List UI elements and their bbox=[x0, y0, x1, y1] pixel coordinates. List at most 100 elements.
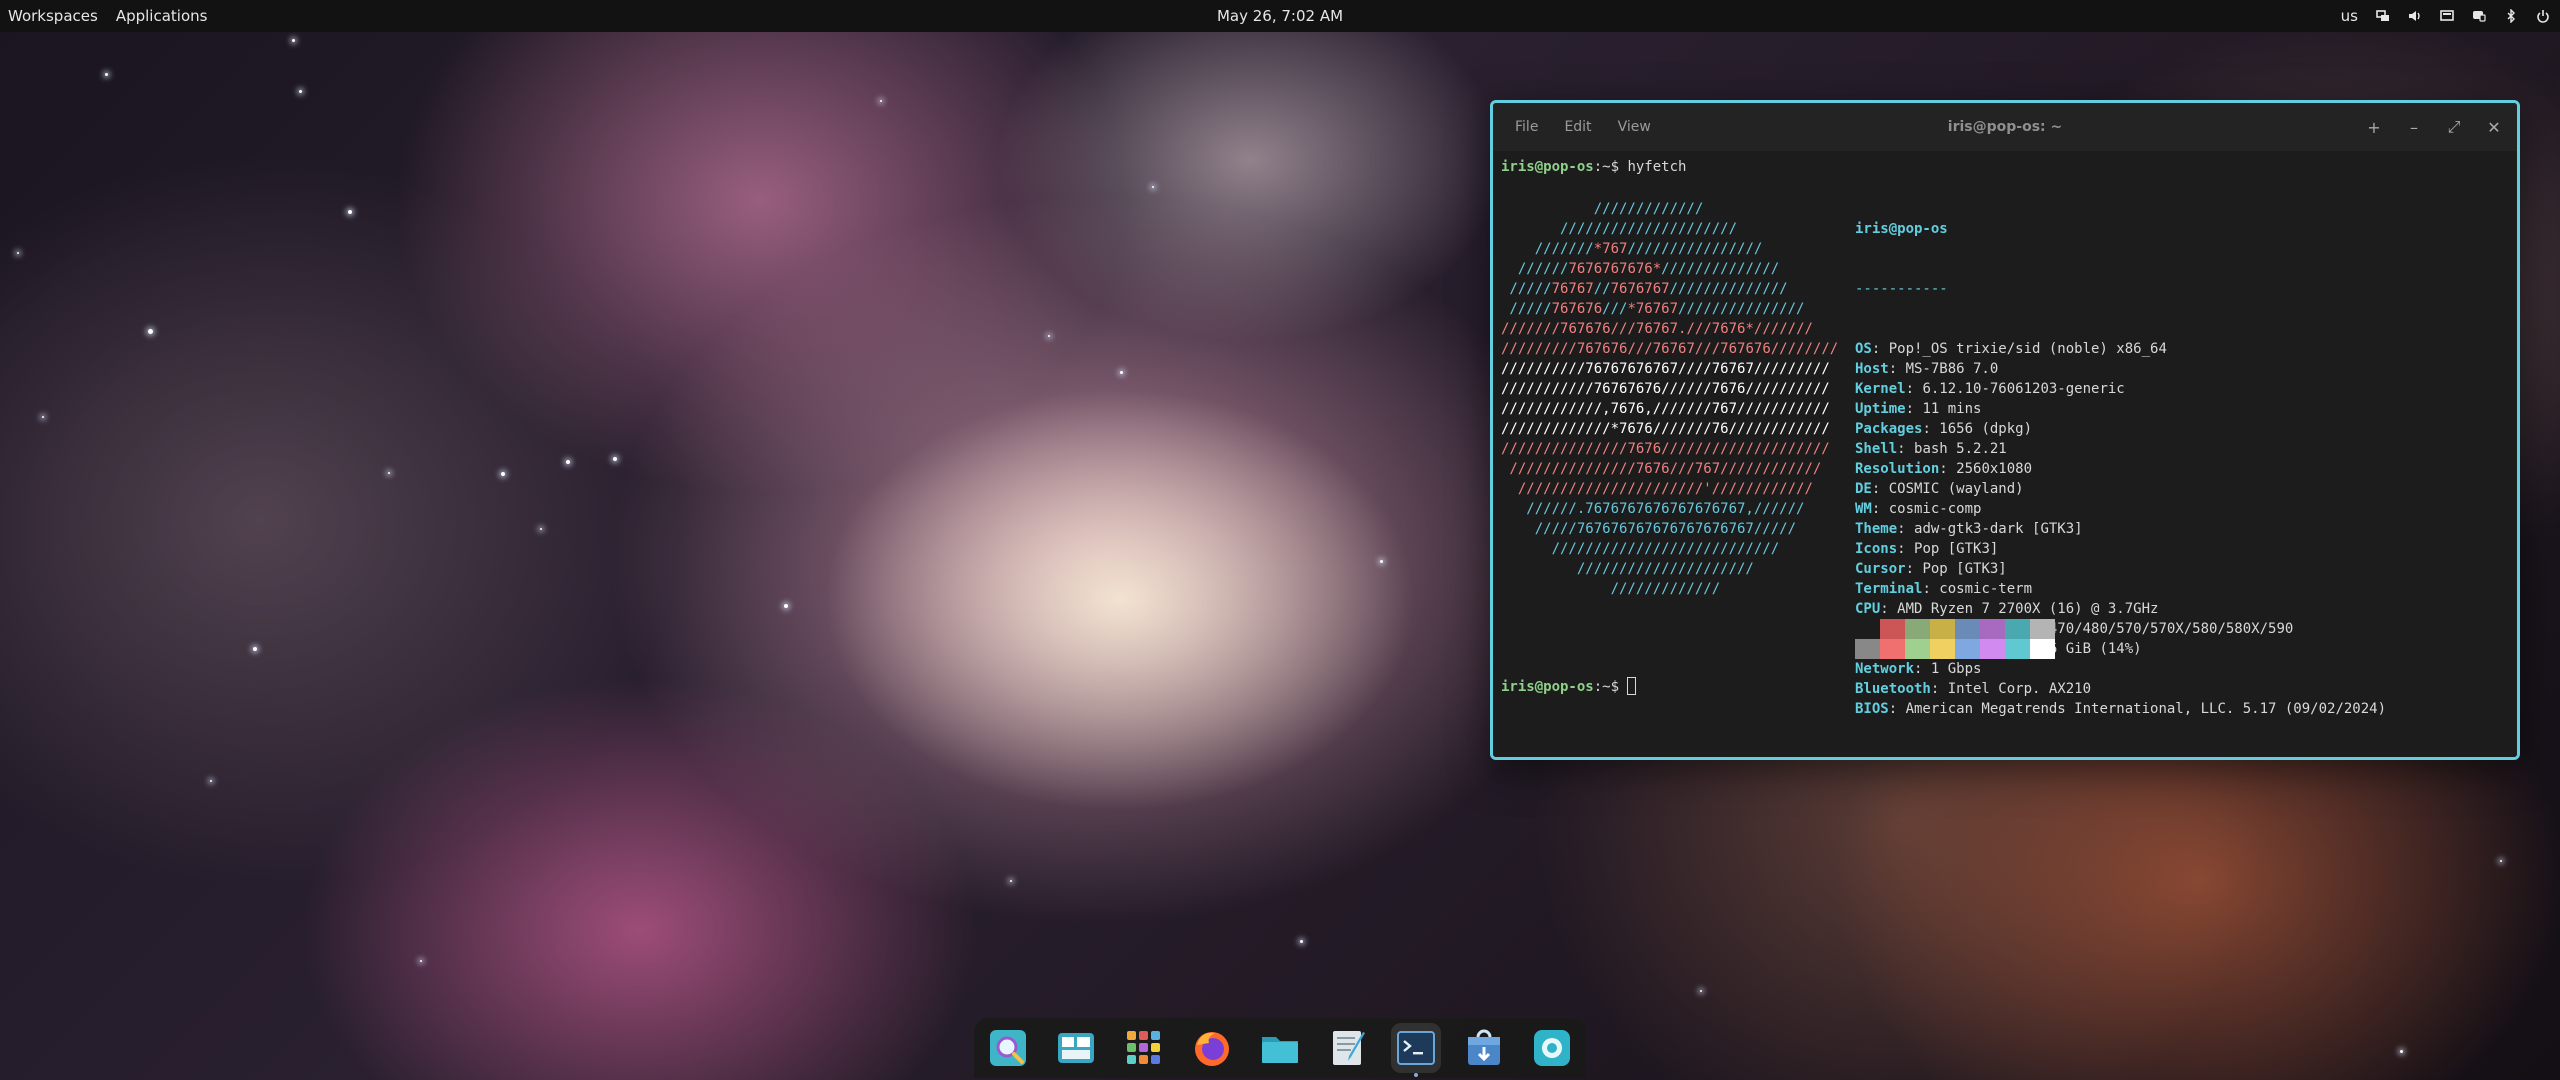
ascii-segment: ' bbox=[1703, 481, 1712, 497]
ascii-logo: ///////////// ///////////////////// ////… bbox=[1501, 199, 1838, 599]
ascii-segment: /// bbox=[1610, 321, 1636, 337]
star bbox=[1300, 940, 1303, 943]
maximize-button[interactable]: ⤢ bbox=[2445, 117, 2463, 137]
ascii-segment: ///////////// bbox=[1501, 201, 1704, 217]
ascii-segment: /////// bbox=[1652, 421, 1712, 437]
ascii-segment: ////// bbox=[1753, 501, 1805, 517]
menu-edit[interactable]: Edit bbox=[1564, 119, 1591, 135]
files-icon[interactable] bbox=[1255, 1023, 1305, 1073]
ascii-segment: /76767 bbox=[1644, 341, 1695, 357]
info-value: 2560x1080 bbox=[1956, 461, 2033, 477]
firefox-icon[interactable] bbox=[1187, 1023, 1237, 1073]
info-separator: ----------- bbox=[1855, 281, 1948, 297]
ascii-segment: /////// bbox=[1501, 321, 1561, 337]
info-key: Terminal bbox=[1855, 581, 1923, 597]
clock-datetime[interactable]: May 26, 7:02 AM bbox=[1217, 7, 1343, 25]
ascii-line: /////////////////////////// bbox=[1501, 539, 1838, 559]
info-value: cosmic-term bbox=[1939, 581, 2033, 597]
info-key: DE bbox=[1855, 481, 1872, 497]
new-tab-button[interactable]: + bbox=[2365, 118, 2383, 137]
color-palette bbox=[1855, 619, 2055, 659]
close-button[interactable]: ✕ bbox=[2485, 118, 2503, 137]
ascii-segment: *767 bbox=[1593, 241, 1628, 257]
ascii-segment: //////////// bbox=[1728, 421, 1830, 437]
star bbox=[2500, 860, 2502, 862]
ascii-segment: ////// bbox=[1501, 501, 1577, 517]
terminal-titlebar[interactable]: File Edit View iris@pop-os: ~ + – ⤢ ✕ bbox=[1493, 103, 2517, 151]
prompt-path-2: :~$ bbox=[1593, 679, 1628, 695]
ascii-segment: //// bbox=[1678, 361, 1712, 377]
app-library-icon[interactable] bbox=[1119, 1023, 1169, 1073]
workspaces-button[interactable]: Workspaces bbox=[8, 7, 98, 25]
terminal-window[interactable]: File Edit View iris@pop-os: ~ + – ⤢ ✕ iris… bbox=[1490, 100, 2520, 760]
ascii-segment: // bbox=[1593, 281, 1611, 297]
ascii-line: /////////////*7676///////76//////////// bbox=[1501, 419, 1838, 439]
ascii-segment: /////// bbox=[1652, 401, 1712, 417]
ascii-segment: /////////////////////////// bbox=[1501, 541, 1780, 557]
prompt-user-2: iris@pop-os bbox=[1501, 679, 1594, 695]
info-key: WM bbox=[1855, 501, 1872, 517]
notifications-icon[interactable] bbox=[2472, 9, 2486, 23]
info-row-de: DE: COSMIC (wayland) bbox=[1855, 481, 2024, 497]
info-value: Pop!_OS trixie/sid (noble) x86_64 bbox=[1888, 341, 2167, 357]
keyboard-layout-indicator[interactable]: us bbox=[2341, 7, 2358, 25]
menu-view[interactable]: View bbox=[1618, 119, 1651, 135]
ascii-line: /////76767//7676767////////////// bbox=[1501, 279, 1838, 299]
settings-icon[interactable] bbox=[1527, 1023, 1577, 1073]
volume-icon[interactable] bbox=[2408, 9, 2422, 23]
top-panel: Workspaces Applications May 26, 7:02 AM … bbox=[0, 0, 2560, 32]
ascii-line: ///////////////////// bbox=[1501, 559, 1838, 579]
star bbox=[148, 329, 153, 334]
palette-swatch bbox=[1980, 619, 2005, 659]
store-icon[interactable] bbox=[1459, 1023, 1509, 1073]
applications-button[interactable]: Applications bbox=[116, 7, 208, 25]
info-key: CPU bbox=[1855, 601, 1881, 617]
terminal-icon[interactable] bbox=[1391, 1023, 1441, 1077]
ascii-segment: 767676767676767676767 bbox=[1576, 521, 1754, 537]
window-title: iris@pop-os: ~ bbox=[1947, 119, 2063, 135]
terminal-output[interactable]: iris@pop-os:~$ hyfetch ///////////// ///… bbox=[1493, 151, 2517, 757]
star bbox=[880, 100, 882, 102]
palette-swatch bbox=[1880, 619, 1905, 659]
text-editor-icon[interactable] bbox=[1323, 1023, 1373, 1073]
ascii-segment: ///////////////////// bbox=[1501, 561, 1754, 577]
workspaces-app-icon[interactable] bbox=[1051, 1023, 1101, 1073]
star bbox=[1152, 186, 1154, 188]
ascii-segment: ///////////// bbox=[1501, 421, 1611, 437]
ascii-segment: ./// bbox=[1678, 321, 1712, 337]
minimize-button[interactable]: – bbox=[2405, 118, 2423, 137]
ascii-segment: /////////////// bbox=[1678, 301, 1805, 317]
palette-swatch bbox=[2005, 619, 2030, 659]
star bbox=[105, 73, 108, 76]
info-key: Bluetooth bbox=[1855, 681, 1931, 697]
info-key: Host bbox=[1855, 361, 1889, 377]
ascii-segment: 767676 bbox=[1551, 301, 1603, 317]
launcher-app-icon[interactable] bbox=[983, 1023, 1033, 1073]
star bbox=[540, 528, 542, 530]
star bbox=[1120, 371, 1123, 374]
workspaces-tray-icon[interactable] bbox=[2376, 9, 2390, 23]
text-cursor[interactable] bbox=[1627, 677, 1637, 695]
info-key: Kernel bbox=[1855, 381, 1906, 397]
ascii-segment: 76767676 bbox=[1593, 381, 1662, 397]
star bbox=[292, 39, 295, 42]
ascii-segment: ////////// bbox=[1501, 361, 1586, 377]
ascii-segment: 7676 bbox=[1627, 441, 1662, 457]
info-key: Shell bbox=[1855, 441, 1898, 457]
ascii-segment: ///// bbox=[1501, 301, 1552, 317]
info-row-packages: Packages: 1656 (dpkg) bbox=[1855, 421, 2033, 437]
ascii-line: //////7676767676*////////////// bbox=[1501, 259, 1838, 279]
ascii-segment: ////// bbox=[1501, 261, 1569, 277]
menu-file[interactable]: File bbox=[1515, 119, 1538, 135]
palette-swatch bbox=[1930, 619, 1955, 659]
info-key: OS bbox=[1855, 341, 1872, 357]
info-value: Pop [GTK3] bbox=[1914, 541, 1999, 557]
bluetooth-icon[interactable] bbox=[2504, 9, 2518, 23]
info-row-cursor: Cursor: Pop [GTK3] bbox=[1855, 561, 2007, 577]
info-value: American Megatrends International, LLC. … bbox=[1905, 701, 2387, 717]
display-icon[interactable] bbox=[2440, 9, 2454, 23]
ascii-line: /////767676///*76767/////////////// bbox=[1501, 299, 1838, 319]
ascii-segment: 7676 bbox=[1711, 381, 1746, 397]
star bbox=[613, 457, 617, 461]
power-icon[interactable] bbox=[2536, 9, 2550, 23]
